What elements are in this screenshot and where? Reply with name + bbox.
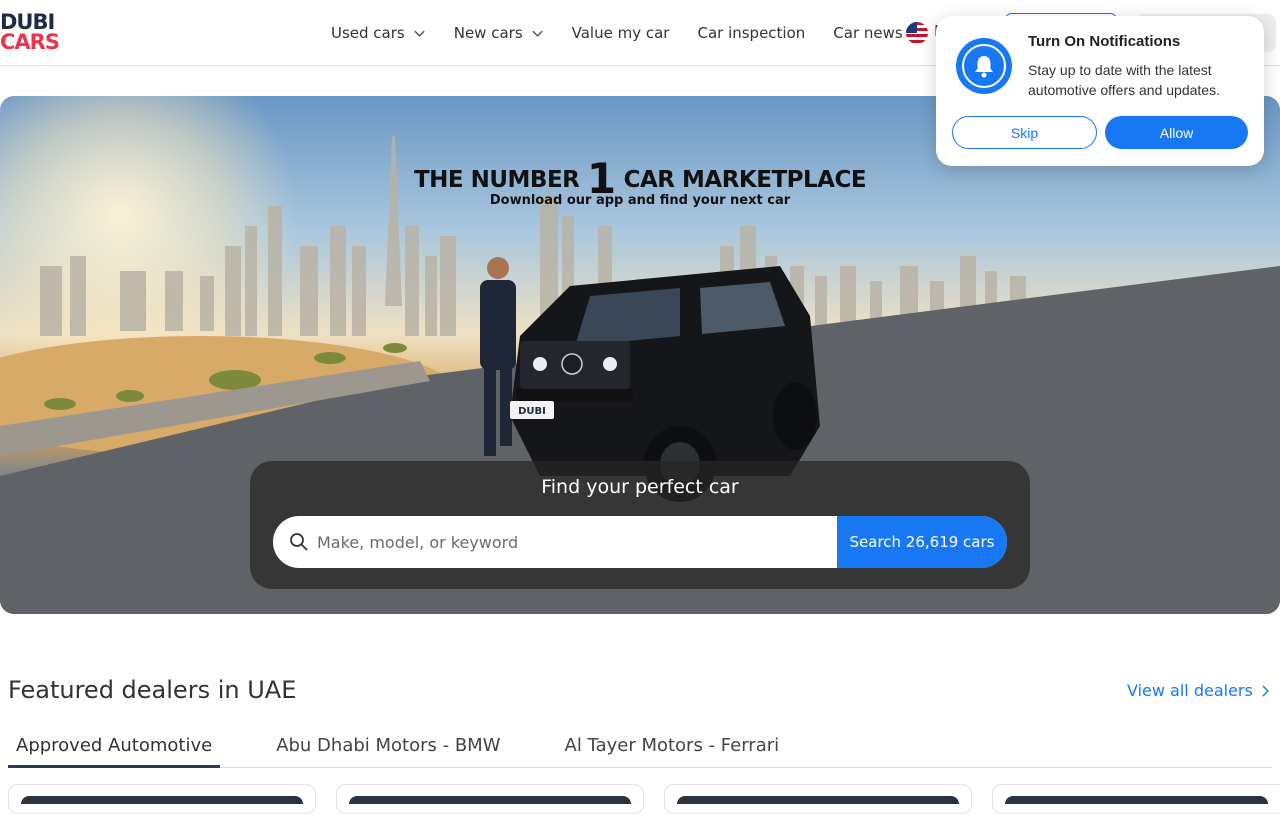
- notification-prompt: Turn On Notifications Stay up to date wi…: [936, 16, 1264, 166]
- logo-line-1: DUBI: [0, 10, 55, 34]
- view-all-dealers-label: View all dealers: [1127, 681, 1253, 700]
- tab-al-tayer-motors-ferrari[interactable]: Al Tayer Motors - Ferrari: [557, 730, 788, 768]
- notification-title: Turn On Notifications: [1028, 33, 1181, 50]
- nav-car-inspection-label: Car inspection: [697, 24, 806, 42]
- hero-title-pre: THE NUMBER: [413, 167, 587, 193]
- nav-car-news[interactable]: Car news: [833, 24, 902, 42]
- tab-abu-dhabi-motors-bmw[interactable]: Abu Dhabi Motors - BMW: [268, 730, 508, 768]
- featured-dealers-title: Featured dealers in UAE: [8, 676, 297, 704]
- nav-value-my-car-label: Value my car: [571, 24, 670, 42]
- search-box: Search 26,619 cars: [273, 516, 1007, 568]
- bell-icon: [956, 38, 1012, 94]
- search-cars-button[interactable]: Search 26,619 cars: [837, 516, 1007, 568]
- main-nav: Used cars New cars Value my car Car insp…: [331, 0, 931, 66]
- nav-new-cars[interactable]: New cars: [454, 24, 544, 42]
- logo-line-2: CARS: [0, 30, 60, 54]
- search-input[interactable]: [309, 516, 837, 568]
- dealer-card[interactable]: [664, 784, 972, 814]
- dealer-card[interactable]: [336, 784, 644, 814]
- hero-title-post: CAR MARKETPLACE: [616, 167, 867, 193]
- hero-subtitle: Download our app and find your next car: [489, 193, 791, 208]
- dealer-tabs: Approved Automotive Abu Dhabi Motors - B…: [8, 730, 1272, 768]
- dealer-card[interactable]: [8, 784, 316, 814]
- card-image: [349, 796, 631, 804]
- nav-new-cars-label: New cars: [453, 24, 523, 42]
- dubicars-logo[interactable]: DUBI CARS: [0, 10, 60, 54]
- card-image: [1005, 796, 1268, 804]
- allow-button[interactable]: Allow: [1105, 116, 1248, 149]
- plate-text: DUBI: [518, 406, 546, 417]
- us-flag-icon[interactable]: [906, 22, 928, 44]
- search-panel: Find your perfect car Search 26,619 cars: [250, 461, 1030, 589]
- nav-used-cars[interactable]: Used cars: [331, 24, 426, 42]
- chevron-down-icon: [414, 30, 425, 37]
- nav-used-cars-label: Used cars: [331, 24, 405, 42]
- dealer-card[interactable]: [992, 784, 1280, 814]
- hero-banner: THE NUMBER 1 CAR MARKETPLACE Download ou…: [0, 96, 1280, 614]
- card-image: [677, 796, 959, 804]
- card-image: [21, 796, 303, 804]
- nav-value-my-car[interactable]: Value my car: [572, 24, 670, 42]
- notification-text: Stay up to date with the latest automoti…: [1028, 62, 1220, 98]
- view-all-dealers-link[interactable]: View all dealers: [1127, 681, 1269, 700]
- search-title: Find your perfect car: [541, 476, 739, 498]
- tab-approved-automotive[interactable]: Approved Automotive: [8, 730, 221, 768]
- nav-car-inspection[interactable]: Car inspection: [697, 24, 805, 42]
- nav-car-news-label: Car news: [833, 24, 903, 42]
- chevron-right-icon: [1262, 684, 1269, 697]
- chevron-down-icon: [532, 30, 543, 37]
- skip-button[interactable]: Skip: [952, 116, 1097, 149]
- search-icon: [273, 516, 309, 568]
